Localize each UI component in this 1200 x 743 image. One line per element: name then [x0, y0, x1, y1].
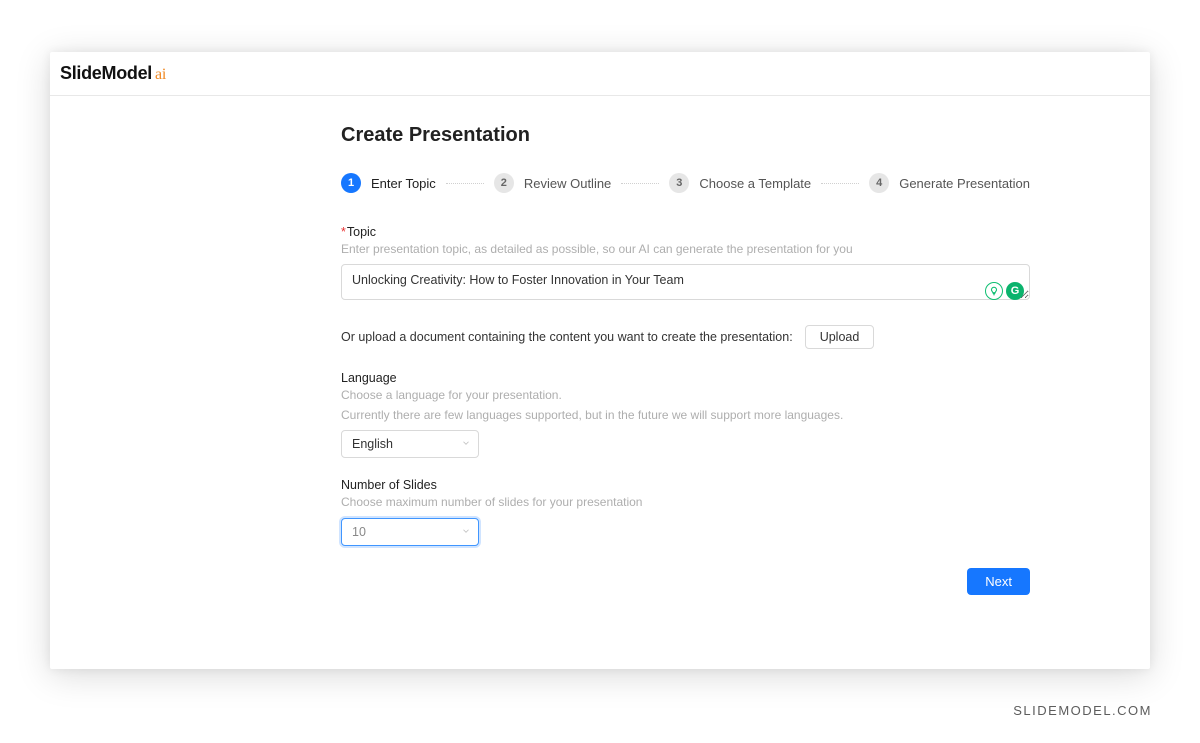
topic-label: *Topic [341, 225, 1030, 239]
language-help-2: Currently there are few languages suppor… [341, 407, 1030, 424]
step-label: Enter Topic [371, 176, 436, 191]
step-label: Review Outline [524, 176, 611, 191]
step-number: 3 [669, 173, 689, 193]
step-generate-presentation[interactable]: 4 Generate Presentation [869, 173, 1030, 193]
language-select-wrap: English [341, 430, 479, 458]
next-button[interactable]: Next [967, 568, 1030, 595]
slides-select[interactable]: 10 [341, 518, 479, 546]
watermark-text: SLIDEMODEL.COM [1013, 703, 1152, 718]
step-label: Choose a Template [699, 176, 811, 191]
field-topic: *Topic Enter presentation topic, as deta… [341, 225, 1030, 305]
slides-help: Choose maximum number of slides for your… [341, 494, 1030, 511]
language-help-1: Choose a language for your presentation. [341, 387, 1030, 404]
upload-row: Or upload a document containing the cont… [341, 325, 1030, 349]
grammarly-icon[interactable]: G [1006, 282, 1024, 300]
required-star: * [341, 225, 346, 239]
footer-actions: Next [341, 568, 1030, 595]
step-choose-template[interactable]: 3 Choose a Template [669, 173, 811, 193]
step-enter-topic[interactable]: 1 Enter Topic [341, 173, 436, 193]
brand-accent: ai [155, 66, 166, 84]
slides-select-wrap: 10 [341, 518, 479, 546]
brand-main: SlideModel [60, 63, 152, 84]
page-title: Create Presentation [341, 124, 1030, 147]
app-window: SlideModel ai Create Presentation 1 Ente… [50, 52, 1150, 669]
step-review-outline[interactable]: 2 Review Outline [494, 173, 611, 193]
topic-help: Enter presentation topic, as detailed as… [341, 241, 1030, 258]
step-connector [821, 183, 859, 184]
brand-logo[interactable]: SlideModel ai [60, 63, 166, 84]
upload-button[interactable]: Upload [805, 325, 875, 349]
step-number: 2 [494, 173, 514, 193]
topic-input[interactable] [341, 264, 1030, 300]
stepper: 1 Enter Topic 2 Review Outline 3 Choose … [341, 173, 1030, 193]
step-connector [446, 183, 484, 184]
textarea-badges: G [985, 282, 1024, 300]
field-language: Language Choose a language for your pres… [341, 371, 1030, 458]
language-select[interactable]: English [341, 430, 479, 458]
step-number: 1 [341, 173, 361, 193]
field-slides: Number of Slides Choose maximum number o… [341, 478, 1030, 545]
language-label: Language [341, 371, 1030, 385]
idea-icon[interactable] [985, 282, 1003, 300]
step-label: Generate Presentation [899, 176, 1030, 191]
step-number: 4 [869, 173, 889, 193]
upload-text: Or upload a document containing the cont… [341, 330, 793, 344]
step-connector [621, 183, 659, 184]
main-content: Create Presentation 1 Enter Topic 2 Revi… [341, 96, 1030, 623]
app-header: SlideModel ai [50, 52, 1150, 96]
slides-label: Number of Slides [341, 478, 1030, 492]
